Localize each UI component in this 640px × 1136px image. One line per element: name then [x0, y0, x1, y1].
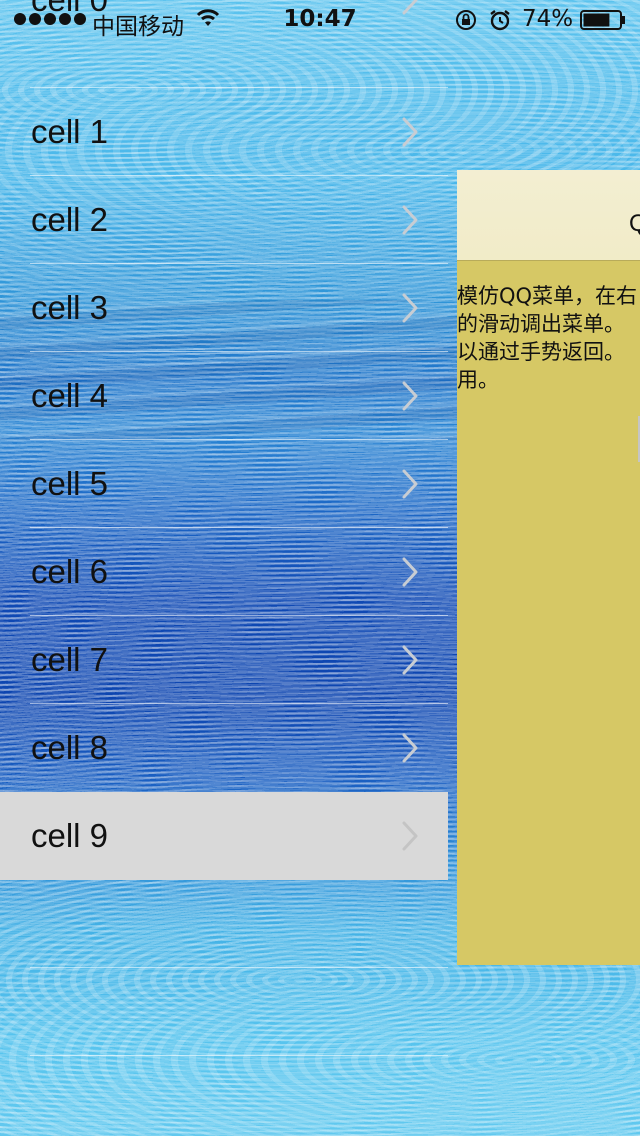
row-separator — [30, 1055, 448, 1056]
cell-label: cell 6 — [31, 553, 109, 590]
chevron-right-icon — [402, 293, 418, 323]
table-row[interactable]: cell 7 — [0, 616, 448, 704]
panel-text-line: 以通过手势返回。 — [457, 340, 625, 364]
cell-label: cell 4 — [31, 377, 109, 414]
alarm-icon — [490, 10, 510, 31]
panel-text-line: 模仿QQ菜单，在右 — [457, 284, 638, 308]
row-separator — [30, 967, 448, 968]
panel-nav-bar: Q — [457, 170, 640, 261]
panel-text-line: 的滑动调出菜单。 — [457, 312, 625, 336]
rotation-lock-icon — [456, 10, 476, 30]
battery-percent: 74% — [522, 6, 574, 32]
table-row[interactable]: cell 6 — [0, 528, 448, 616]
battery-icon — [580, 10, 625, 30]
chevron-right-icon — [402, 469, 418, 499]
chevron-right-icon — [402, 205, 418, 235]
table-row[interactable]: cell 8 — [0, 704, 448, 792]
table-row[interactable]: cell 5 — [0, 440, 448, 528]
table-row-selected[interactable]: cell 9 — [0, 792, 448, 880]
status-bar: 中国移动 10:47 74% — [0, 0, 640, 40]
cell-label: cell 8 — [31, 729, 109, 766]
chevron-right-icon — [402, 821, 418, 851]
table-row[interactable]: cell 3 — [0, 264, 448, 352]
cell-label: cell 7 — [31, 641, 109, 678]
chevron-right-icon — [402, 381, 418, 411]
chevron-right-icon — [402, 117, 418, 147]
cell-label: cell 2 — [31, 201, 109, 238]
chevron-right-icon — [402, 557, 418, 587]
chevron-right-icon — [402, 733, 418, 763]
cell-label: cell 1 — [31, 113, 109, 150]
panel-title: Q — [629, 210, 640, 238]
cell-label: cell 9 — [31, 817, 109, 854]
table-row[interactable]: cell 2 — [0, 176, 448, 264]
table-row[interactable]: cell 4 — [0, 352, 448, 440]
cell-label: cell 5 — [31, 465, 109, 502]
cell-table[interactable]: cell 0 cell 1 cell 2 cell 3 cell 4 cell … — [0, 0, 448, 1136]
panel-description: 模仿QQ菜单，在右 的滑动调出菜单。 以通过手势返回。 用。 — [457, 282, 640, 394]
panel-text-line: 用。 — [457, 368, 499, 392]
table-row[interactable]: cell 1 — [0, 88, 448, 176]
chevron-right-icon — [402, 645, 418, 675]
menu-panel[interactable]: Q 模仿QQ菜单，在右的滑动调出菜单。以通过手势返回。用。 — [457, 170, 640, 965]
cell-label: cell 3 — [31, 289, 109, 326]
